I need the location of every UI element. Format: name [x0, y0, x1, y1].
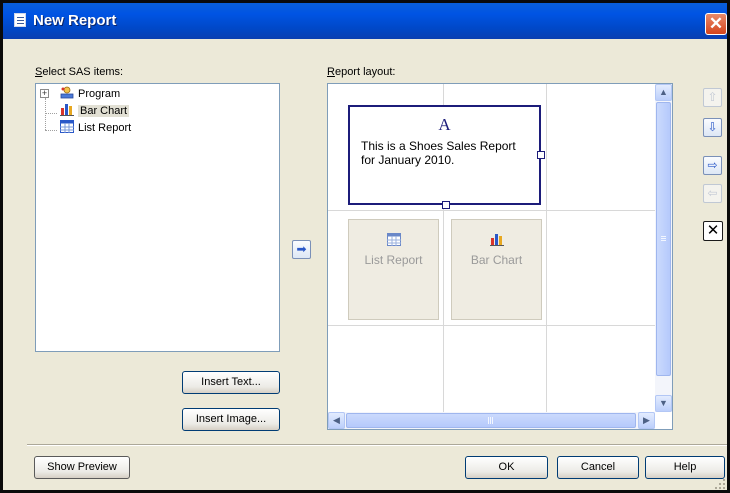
sas-items-tree[interactable]: + Program Bar Chart List Report [35, 83, 280, 352]
list-report-icon [387, 233, 401, 246]
move-down-button[interactable]: ⇩ [703, 118, 722, 137]
tree-item-program[interactable]: Program [60, 86, 120, 102]
tree-item-label: List Report [78, 122, 132, 134]
scroll-up-button[interactable]: ▲ [655, 84, 672, 101]
program-icon [60, 86, 74, 99]
help-button[interactable]: Help [645, 456, 725, 479]
insert-image-button[interactable]: Insert Image... [182, 408, 280, 431]
horizontal-scroll-thumb[interactable] [346, 413, 636, 428]
move-up-button[interactable]: ⇧ [703, 88, 722, 107]
insert-text-button[interactable]: Insert Text... [182, 371, 280, 394]
tree-item-list-report[interactable]: List Report [60, 120, 131, 136]
window-title: New Report [33, 12, 117, 29]
new-report-dialog: New Report ✕ Select SAS items: + Program… [0, 0, 730, 493]
horizontal-scrollbar[interactable]: ◀ ▶ [328, 412, 655, 429]
report-layout-canvas[interactable]: A This is a Shoes Sales Report for Janua… [327, 83, 673, 430]
cancel-button[interactable]: Cancel [557, 456, 639, 479]
tile-label: Bar Chart [470, 253, 523, 267]
grip-icon [488, 417, 489, 424]
select-sas-items-label-rest: elect SAS items: [42, 66, 124, 78]
select-sas-items-label: Select SAS items: [35, 66, 124, 78]
tree-item-label: Bar Chart [78, 105, 130, 117]
remove-item-button[interactable]: ✕ [703, 221, 723, 241]
tree-line [45, 98, 46, 130]
move-left-button[interactable]: ⇦ [703, 184, 722, 203]
bar-chart-tile[interactable]: Bar Chart [451, 219, 542, 320]
text-block-selected[interactable]: A This is a Shoes Sales Report for Janua… [348, 105, 545, 209]
arrow-right-icon: ➡ [296, 242, 307, 256]
grip-icon [661, 236, 666, 237]
list-report-icon [60, 120, 74, 133]
title-bar[interactable]: New Report ✕ [3, 3, 727, 39]
close-button[interactable]: ✕ [705, 13, 727, 35]
footer-separator [27, 444, 727, 446]
grid-line [546, 84, 547, 412]
tree-line [45, 113, 57, 114]
scroll-down-button[interactable]: ▼ [655, 395, 672, 412]
tile-label: List Report [364, 253, 423, 267]
report-layout-label: Report layout: [327, 66, 396, 78]
tree-item-label: Program [78, 88, 121, 100]
report-icon [14, 13, 26, 27]
ok-button[interactable]: OK [465, 456, 548, 479]
grid-line [328, 210, 672, 211]
vertical-scrollbar[interactable]: ▲ ▼ [655, 84, 672, 412]
scroll-left-button[interactable]: ◀ [328, 412, 345, 429]
grid-line [328, 325, 672, 326]
tree-line [45, 130, 57, 131]
resize-handle-right[interactable] [537, 151, 545, 159]
resize-grip-icon[interactable] [715, 479, 727, 490]
tree-item-bar-chart[interactable]: Bar Chart [60, 103, 130, 119]
move-right-button[interactable]: ⇨ [703, 156, 722, 175]
text-icon: A [438, 115, 451, 134]
bar-chart-icon [60, 103, 74, 116]
add-to-layout-button[interactable]: ➡ [292, 240, 311, 259]
resize-handle-bottom[interactable] [442, 201, 450, 209]
expand-toggle-icon[interactable]: + [40, 89, 49, 98]
bar-chart-icon [490, 233, 504, 246]
list-report-tile[interactable]: List Report [348, 219, 439, 320]
show-preview-button[interactable]: Show Preview [34, 456, 130, 479]
vertical-scroll-thumb[interactable] [656, 102, 671, 376]
report-layout-label-rest: eport layout: [334, 66, 396, 78]
scroll-right-button[interactable]: ▶ [638, 412, 655, 429]
text-block-content: This is a Shoes Sales Report for January… [361, 139, 516, 167]
